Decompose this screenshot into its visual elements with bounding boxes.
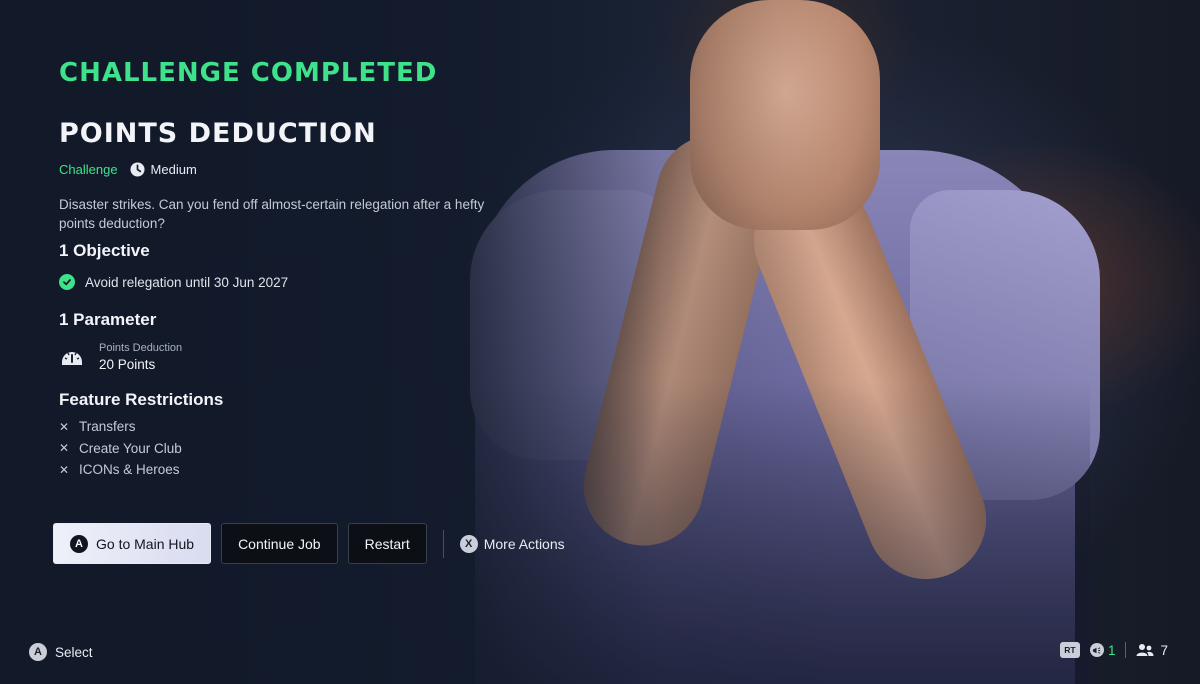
restriction-item: ✕ Create Your Club	[59, 440, 182, 456]
action-bar: A Go to Main Hub Continue Job Restart X …	[53, 523, 565, 564]
parameters-heading: 1 Parameter	[59, 310, 157, 329]
continue-job-button[interactable]: Continue Job	[221, 523, 338, 564]
challenge-type: Challenge	[59, 162, 118, 177]
clock-icon	[130, 162, 145, 177]
rt-trigger-icon: RT	[1059, 642, 1080, 658]
parameter-value: 20 Points	[99, 357, 156, 372]
notification-count: 1	[1107, 642, 1116, 658]
tray-divider	[1125, 642, 1127, 658]
challenge-result-screen: CHALLENGE COMPLETED POINTS DEDUCTION Cha…	[0, 0, 1200, 684]
a-button-icon: A	[70, 534, 88, 553]
friends-icon	[1136, 644, 1154, 656]
status-tray: RT 1 7	[1059, 642, 1168, 658]
parameter-label: Points Deduction	[99, 342, 183, 354]
challenge-details-panel: CHALLENGE COMPLETED POINTS DEDUCTION Cha…	[59, 0, 619, 684]
restriction-item: ✕ Transfers	[59, 419, 136, 435]
check-circle-icon	[59, 274, 75, 290]
restriction-item: ✕ ICONs & Heroes	[59, 462, 180, 478]
friends-count: 7	[1160, 642, 1168, 658]
restrictions-list: ✕ Transfers ✕ Create Your Club ✕ ICONs & He…	[59, 416, 182, 481]
megaphone-icon	[1089, 643, 1104, 657]
difficulty: Medium	[130, 162, 197, 177]
completed-banner: CHALLENGE COMPLETED	[59, 58, 438, 88]
cross-icon: ✕	[59, 462, 70, 477]
objective-text: Avoid relegation until 30 Jun 2027	[85, 274, 289, 290]
objective-item: Avoid relegation until 30 Jun 2027	[59, 274, 288, 290]
objectives-heading: 1 Objective	[59, 241, 150, 260]
action-divider	[442, 529, 444, 558]
friends[interactable]: 7	[1136, 643, 1168, 658]
parameter-item: Points Deduction 20 Points	[59, 342, 182, 372]
notifications[interactable]: 1	[1089, 642, 1116, 658]
select-hint: A Select	[29, 643, 93, 661]
restart-button[interactable]: Restart	[347, 523, 427, 564]
go-to-main-hub-button[interactable]: A Go to Main Hub	[53, 523, 212, 564]
challenge-description: Disaster strikes. Can you fend off almos…	[59, 197, 485, 231]
a-button-icon: A	[29, 643, 47, 661]
challenge-meta: Challenge Medium	[59, 162, 197, 177]
gauge-icon	[62, 352, 82, 365]
cross-icon: ✕	[59, 441, 70, 456]
difficulty-label: Medium	[150, 162, 197, 177]
restrictions-heading: Feature Restrictions	[59, 390, 224, 409]
x-button-icon: X	[459, 534, 478, 553]
more-actions-button[interactable]: X More Actions	[459, 534, 565, 553]
cross-icon: ✕	[59, 419, 70, 434]
challenge-title: POINTS DEDUCTION	[59, 118, 377, 149]
